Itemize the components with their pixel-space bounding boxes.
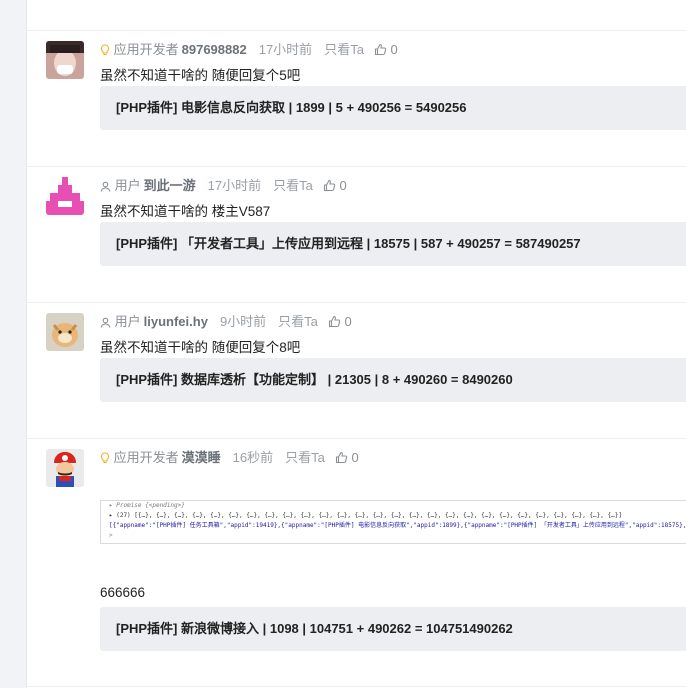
avatar[interactable] [46, 177, 84, 215]
quoted-plugin: [PHP插件] 电影信息反向获取 | 1899 | 5 + 490256 = 5… [100, 86, 686, 130]
only-ta-link[interactable]: 只看Ta [324, 42, 364, 57]
quoted-plugin: [PHP插件] 数据库透析【功能定制】 | 21305 | 8 + 490260… [100, 358, 686, 402]
lightbulb-icon [100, 450, 110, 465]
like-button[interactable]: 0 [328, 314, 352, 329]
avatar[interactable] [46, 41, 84, 79]
console-line: ▸ (27) [{…}, {…}, {…}, {…}, {…}, {…}, {…… [109, 512, 622, 519]
only-ta-link[interactable]: 只看Ta [285, 450, 325, 465]
post-content: 虽然不知道干啥的 楼主V587 [100, 204, 271, 219]
post-time: 17小时前 [258, 42, 313, 57]
avatar[interactable] [46, 449, 84, 487]
only-ta-link[interactable]: 只看Ta [278, 314, 318, 329]
post-time: 9小时前 [219, 314, 267, 329]
user-role: 应用开发者 [113, 450, 179, 465]
thumbs-up-icon [335, 451, 348, 464]
avatar[interactable] [46, 313, 84, 351]
divider [26, 302, 686, 303]
like-count: 0 [390, 42, 398, 57]
thumbs-up-icon [323, 179, 336, 192]
post-meta: 应用开发者 897698882 17小时前 只看Ta 0 [100, 41, 398, 59]
console-screenshot: ▸ Promise {<pending>} ▸ (27) [{…}, {…}, … [100, 500, 686, 544]
lightbulb-icon [100, 42, 110, 57]
like-count: 0 [339, 178, 347, 193]
like-count: 0 [351, 450, 359, 465]
left-rail [0, 0, 27, 688]
quoted-plugin: [PHP插件] 「开发者工具」上传应用到远程 | 18575 | 587 + 4… [100, 222, 686, 266]
divider [26, 438, 686, 439]
post-meta: 应用开发者 漠漠睡 16秒前 只看Ta 0 [100, 449, 359, 467]
console-line: ▸ Promise {<pending>} [109, 502, 185, 509]
console-line: > [109, 532, 113, 539]
user-icon [100, 178, 111, 193]
post-meta: 用户 liyunfei.hy 9小时前 只看Ta 0 [100, 313, 352, 331]
post-meta: 用户 到此一游 17小时前 只看Ta 0 [100, 177, 347, 195]
divider [26, 30, 686, 31]
like-button[interactable]: 0 [323, 178, 347, 193]
like-button[interactable]: 0 [335, 450, 359, 465]
username[interactable]: 897698882 [182, 42, 247, 57]
user-role: 用户 [114, 178, 141, 193]
post-time: 17小时前 [207, 178, 262, 193]
user-role: 用户 [114, 314, 141, 329]
post-content: 虽然不知道干啥的 随便回复个5吧 [100, 68, 301, 83]
like-button[interactable]: 0 [374, 42, 398, 57]
post-content: 666666 [100, 585, 146, 600]
console-line: [{"appname":"[PHP插件] 任务工具箱","appid":1941… [109, 522, 686, 529]
only-ta-link[interactable]: 只看Ta [273, 178, 313, 193]
like-count: 0 [344, 314, 352, 329]
post-content: 虽然不知道干啥的 随便回复个8吧 [100, 340, 301, 355]
divider [26, 686, 686, 687]
divider [26, 166, 686, 167]
username[interactable]: 到此一游 [144, 178, 196, 193]
thumbs-up-icon [374, 43, 387, 56]
quoted-plugin: [PHP插件] 新浪微博接入 | 1098 | 104751 + 490262 … [100, 607, 686, 651]
thumbs-up-icon [328, 315, 341, 328]
user-icon [100, 314, 111, 329]
username[interactable]: 漠漠睡 [182, 450, 221, 465]
user-role: 应用开发者 [113, 42, 179, 57]
post-time: 16秒前 [232, 450, 274, 465]
username[interactable]: liyunfei.hy [144, 314, 208, 329]
